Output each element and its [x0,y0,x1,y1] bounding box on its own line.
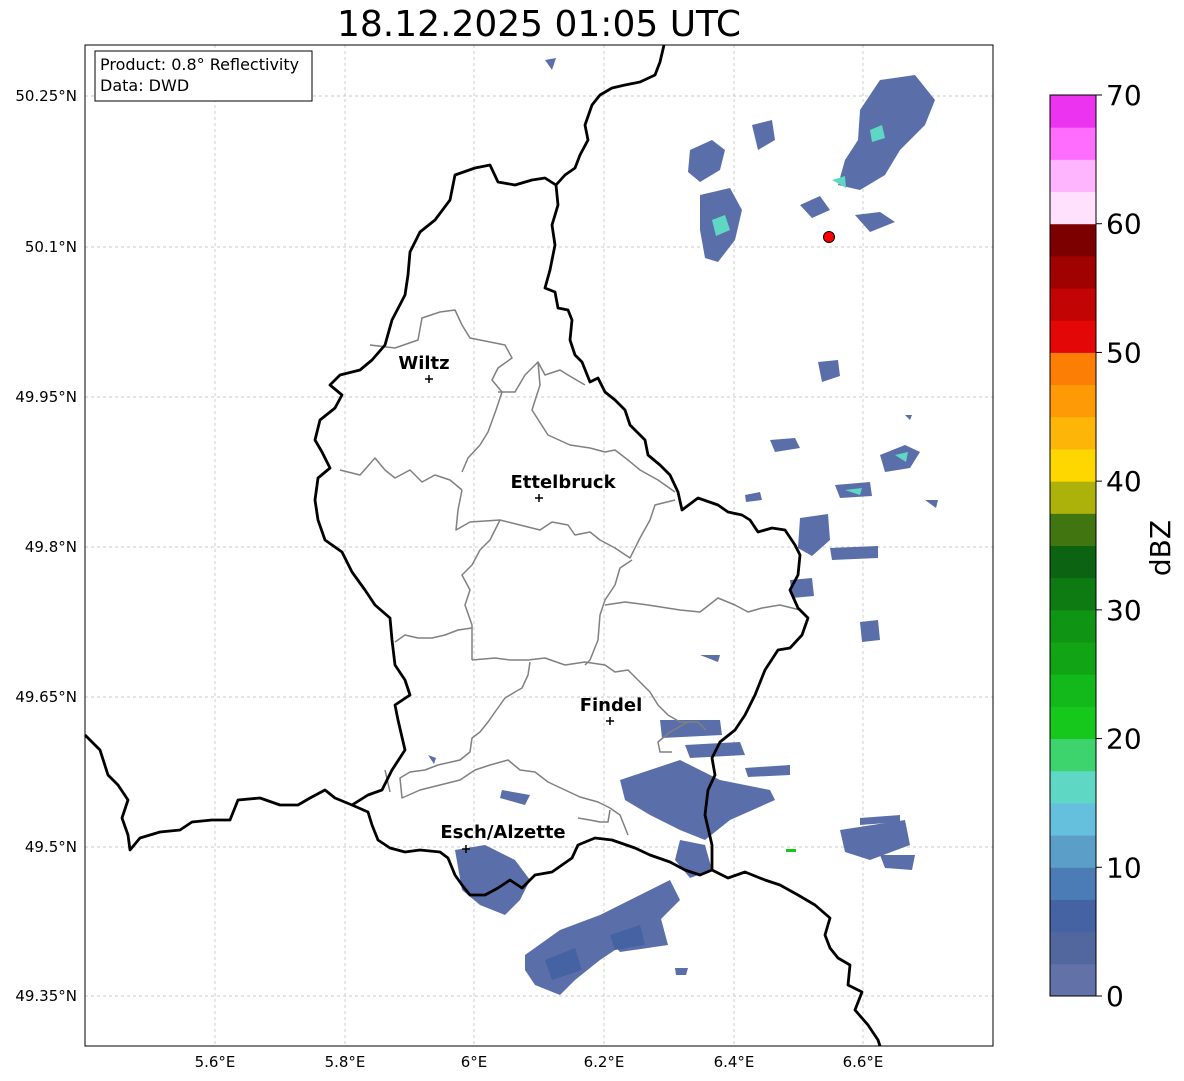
colorbar-segment [1050,481,1096,514]
map-background [85,45,993,1046]
svg-text:49.8°N: 49.8°N [25,538,77,556]
colorbar-segment [1050,513,1096,546]
colorbar-segment [1050,642,1096,675]
info-box: Product: 0.8° Reflectivity Data: DWD [94,50,313,102]
svg-text:6.2°E: 6.2°E [584,1053,625,1071]
colorbar-segment [1050,963,1096,997]
colorbar-segment [1050,384,1096,418]
colorbar-tick-label: 0 [1106,980,1124,1013]
svg-text:6.4°E: 6.4°E [714,1053,755,1071]
svg-text:6.6°E: 6.6°E [843,1053,884,1071]
city-label-ettelbruck: Ettelbruck [510,472,616,493]
radar-map: Wiltz Ettelbruck Findel Esch/Alzette Pro… [15,44,1177,1071]
colorbar-segment [1050,867,1096,900]
colorbar-tick-label: 70 [1106,79,1142,112]
svg-text:49.5°N: 49.5°N [25,838,77,856]
colorbar-segment [1050,770,1096,804]
svg-text:50.1°N: 50.1°N [25,238,77,256]
colorbar-tick-label: 50 [1106,336,1142,369]
radar-site-marker [823,231,835,243]
colorbar-label: dBZ [1144,520,1177,576]
city-label-esch-alzette: Esch/Alzette [440,822,565,843]
svg-text:5.8°E: 5.8°E [325,1053,366,1071]
colorbar-segment [1050,255,1096,289]
colorbar-segment [1050,609,1096,643]
svg-text:5.6°E: 5.6°E [195,1053,236,1071]
colorbar-segment [1050,288,1096,321]
svg-text:49.95°N: 49.95°N [15,388,77,406]
colorbar-tick-label: 10 [1106,851,1142,884]
colorbar-ticks: 0 10 20 30 40 50 60 70 [1096,79,1142,1013]
colorbar-segment [1050,416,1096,450]
colorbar-segment [1050,545,1096,579]
info-product: Product: 0.8° Reflectivity [100,55,299,74]
colorbar-segment [1050,223,1096,257]
svg-text:6°E: 6°E [461,1053,488,1071]
colorbar-segment [1050,127,1096,160]
city-label-wiltz: Wiltz [398,353,449,374]
colorbar-segment [1050,448,1096,482]
colorbar-segment [1050,674,1096,707]
colorbar-segment [1050,159,1096,193]
longitude-labels: 5.6°E 5.8°E 6°E 6.2°E 6.4°E 6.6°E [195,1053,884,1071]
colorbar-segment [1050,706,1096,740]
latitude-labels: 50.25°N 50.1°N 49.95°N 49.8°N 49.65°N 49… [15,87,77,1005]
city-label-findel: Findel [580,695,643,716]
colorbar-segment [1050,931,1096,965]
svg-text:49.35°N: 49.35°N [15,987,77,1005]
colorbar [1049,94,1097,997]
svg-text:49.65°N: 49.65°N [15,688,77,706]
svg-text:50.25°N: 50.25°N [15,87,77,105]
colorbar-segment [1050,802,1096,836]
colorbar-segment [1050,320,1096,353]
info-data-source: Data: DWD [100,76,189,95]
colorbar-segment [1050,899,1096,933]
colorbar-tick-label: 20 [1106,723,1142,756]
colorbar-segment [1050,95,1096,128]
colorbar-tick-label: 60 [1106,208,1142,241]
colorbar-segment [1050,191,1096,225]
colorbar-tick-label: 40 [1106,465,1142,498]
colorbar-segment [1050,738,1096,772]
colorbar-segment [1050,835,1096,868]
colorbar-segment [1050,352,1096,386]
colorbar-segment [1050,577,1096,611]
colorbar-tick-label: 30 [1106,594,1142,627]
